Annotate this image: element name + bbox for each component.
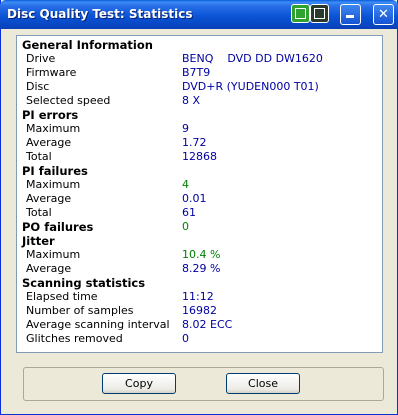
section-general: General Information	[22, 38, 153, 52]
section-pi-failures: PI failures	[22, 164, 88, 178]
po-failures-value: 0	[182, 220, 189, 233]
pi-failures-total-label: Total	[26, 206, 52, 219]
pi-errors-total-label: Total	[26, 150, 52, 163]
close-button[interactable]: Close	[226, 373, 300, 394]
speed-label: Selected speed	[26, 94, 111, 107]
firmware-label: Firmware	[26, 66, 77, 79]
window-title: Disc Quality Test: Statistics	[7, 7, 193, 21]
drive-value: BENQ DVD DD DW1620	[182, 52, 323, 65]
samples-label: Number of samples	[26, 304, 134, 317]
samples-value: 16982	[182, 304, 217, 317]
statistics-window: Disc Quality Test: Statistics ✕ General …	[0, 0, 398, 415]
pi-errors-max-label: Maximum	[26, 122, 81, 135]
disc-value: DVD+R (YUDEN000 T01)	[182, 80, 319, 93]
disc-label: Disc	[26, 80, 50, 93]
pi-failures-total-value: 61	[182, 206, 196, 219]
firmware-value: B7T9	[182, 66, 211, 79]
jitter-avg-value: 8.29 %	[182, 262, 221, 275]
statistics-panel: General Information Drive BENQ DVD DD DW1…	[16, 35, 383, 353]
minimize-icon	[346, 15, 354, 18]
jitter-max-label: Maximum	[26, 248, 81, 261]
monitor-icon[interactable]	[310, 4, 329, 23]
pi-failures-max-value: 4	[182, 178, 189, 191]
close-button-label: Close	[248, 377, 278, 390]
copy-button[interactable]: Copy	[102, 373, 176, 394]
chart-icon[interactable]	[291, 4, 310, 23]
button-group-frame	[23, 367, 384, 401]
jitter-max-value: 10.4 %	[182, 248, 221, 261]
interval-label: Average scanning interval	[26, 318, 170, 331]
title-bar[interactable]: Disc Quality Test: Statistics ✕	[0, 0, 398, 29]
pi-errors-max-value: 9	[182, 122, 189, 135]
elapsed-value: 11:12	[182, 290, 214, 303]
jitter-avg-label: Average	[26, 262, 72, 275]
minimize-button[interactable]	[340, 4, 361, 25]
section-scanning: Scanning statistics	[22, 276, 146, 290]
close-window-button[interactable]: ✕	[373, 4, 394, 25]
elapsed-label: Elapsed time	[26, 290, 98, 303]
section-po-failures: PO failures	[22, 220, 94, 234]
pi-failures-avg-label: Average	[26, 192, 72, 205]
glitches-label: Glitches removed	[26, 332, 123, 345]
copy-button-label: Copy	[125, 377, 153, 390]
pi-failures-max-label: Maximum	[26, 178, 81, 191]
pi-errors-avg-value: 1.72	[182, 136, 207, 149]
section-jitter: Jitter	[22, 234, 55, 248]
pi-errors-avg-label: Average	[26, 136, 72, 149]
speed-value: 8 X	[182, 94, 201, 107]
glitches-value: 0	[182, 332, 189, 345]
pi-failures-avg-value: 0.01	[182, 192, 207, 205]
section-pi-errors: PI errors	[22, 108, 79, 122]
pi-errors-total-value: 12868	[182, 150, 217, 163]
drive-label: Drive	[26, 52, 56, 65]
interval-value: 8.02 ECC	[182, 318, 233, 331]
close-icon: ✕	[378, 7, 389, 22]
